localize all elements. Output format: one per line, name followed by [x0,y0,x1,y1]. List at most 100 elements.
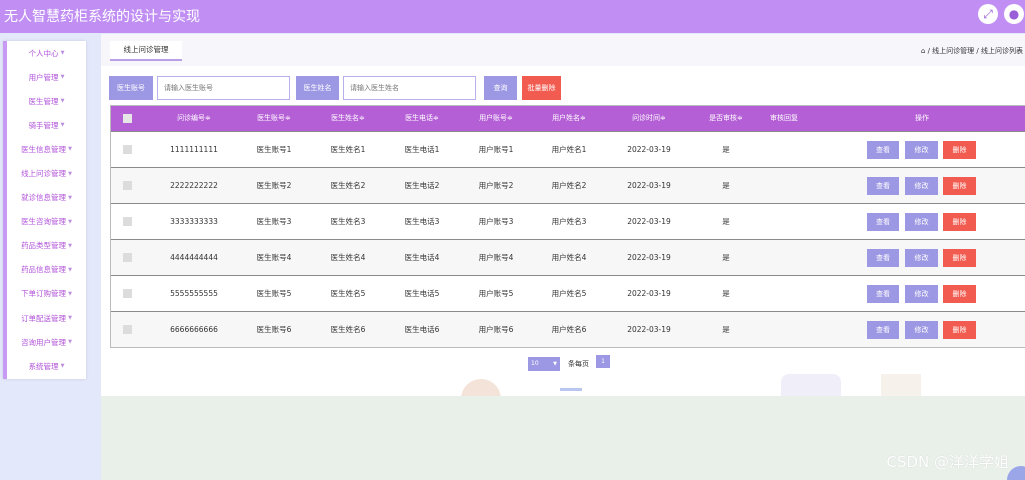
delete-button[interactable]: 删除 [943,141,976,159]
col-user-account[interactable]: 用户账号≑ [465,106,527,131]
sidebar-item-doctors[interactable]: 医生管理 ▼ [7,89,86,113]
expand-arrows-icon[interactable]: ⤢ [978,4,998,24]
delete-button[interactable]: 删除 [943,177,976,195]
sidebar-item-label: 医生信息管理 [21,144,67,154]
cell-doctor-name: 医生姓名5 [330,289,366,298]
col-doctor-name[interactable]: 医生姓名≑ [317,106,379,131]
sidebar-item-online-consultation[interactable]: 线上问诊管理 ▼ [7,161,86,185]
sidebar-item-label: 下单订购管理 [21,289,67,299]
table-header: 问诊编号≑ 医生账号≑ 医生姓名≑ 医生电话≑ 用户账号≑ 用户姓名≑ 问诊时间… [111,106,1025,131]
cell-consult-time: 2022-03-19 [627,325,671,334]
sidebar-item-label: 线上问诊管理 [21,169,67,179]
chevron-down-icon: ▼ [60,363,65,370]
page-size-value: 10 [531,360,539,367]
view-button[interactable]: 查看 [867,321,899,339]
main-content: 线上问诊管理 ⌂ / 线上问诊管理 / 线上问诊列表 医生账号 医生姓名 查询 … [101,34,1025,480]
app-title: 无人智慧药柜系统的设计与实现 [4,9,200,25]
row-checkbox[interactable] [123,217,132,226]
cell-doctor-name: 医生姓名6 [330,325,366,334]
cell-doctor-name: 医生姓名4 [330,253,366,262]
table-row: 2222222222 医生账号2 医生姓名2 医生电话2 用户账号2 用户姓名2… [111,167,1025,203]
sidebar-item-visit-info[interactable]: 就诊信息管理 ▼ [7,186,86,210]
sidebar-item-orders[interactable]: 下单订购管理 ▼ [7,282,86,306]
col-reviewed[interactable]: 是否审核≑ [695,106,757,131]
sidebar-item-drug-info[interactable]: 药品信息管理 ▼ [7,258,86,282]
cell-consult-time: 2022-03-19 [627,181,671,190]
edit-button[interactable]: 修改 [905,177,938,195]
sidebar-item-label: 系统管理 [28,361,59,371]
sidebar-item-consult-users[interactable]: 咨询用户管理 ▼ [7,330,86,354]
col-doctor-phone[interactable]: 医生电话≑ [391,106,453,131]
sidebar-item-delivery[interactable]: 订单配送管理 ▼ [7,306,86,330]
sidebar-item-personal-center[interactable]: 个人中心 ▼ [7,41,86,65]
cell-doctor-account: 医生账号1 [256,145,292,154]
home-icon[interactable]: ⌂ [921,47,925,55]
chevron-down-icon: ▼ [68,339,72,346]
select-all-checkbox[interactable] [123,114,132,123]
cell-reviewed: 是 [722,181,730,190]
edit-button[interactable]: 修改 [905,141,938,159]
view-button[interactable]: 查看 [867,249,899,267]
edit-button[interactable]: 修改 [905,249,938,267]
cell-consult-no: 1111111111 [170,145,218,154]
user-avatar-icon[interactable]: ● [1004,4,1024,24]
sidebar-item-system[interactable]: 系统管理 ▼ [7,354,86,378]
query-button[interactable]: 查询 [484,76,517,100]
delete-button[interactable]: 删除 [943,285,976,303]
sidebar: 个人中心 ▼ 用户管理 ▼ 医生管理 ▼ 骑手管理 ▼ 医生信息管理 ▼ 线上问诊管理 ▼ … [3,41,86,379]
chevron-down-icon: ▼ [553,361,557,367]
chevron-down-icon: ▼ [68,170,72,177]
page-size-select[interactable]: 10 ▼ [528,357,560,371]
cell-user-name: 用户姓名1 [551,145,587,154]
doctor-account-input[interactable] [157,76,290,100]
sidebar-item-doctor-info[interactable]: 医生信息管理 ▼ [7,137,86,161]
cell-doctor-name: 医生姓名1 [330,145,366,154]
chevron-down-icon: ▼ [60,50,65,57]
row-checkbox[interactable] [123,325,132,334]
row-checkbox[interactable] [123,181,132,190]
delete-button[interactable]: 删除 [943,249,976,267]
col-consult-time[interactable]: 问诊时间≑ [617,106,681,131]
row-checkbox[interactable] [123,289,132,298]
cell-doctor-phone: 医生电话2 [404,181,440,190]
sidebar-item-riders[interactable]: 骑手管理 ▼ [7,113,86,137]
sidebar-item-users[interactable]: 用户管理 ▼ [7,65,86,89]
col-user-name[interactable]: 用户姓名≑ [538,106,600,131]
row-checkbox[interactable] [123,145,132,154]
bulk-delete-button[interactable]: 批量删除 [522,76,561,100]
cell-doctor-account: 医生账号2 [256,181,292,190]
view-button[interactable]: 查看 [867,141,899,159]
cell-user-account: 用户账号6 [478,325,514,334]
sidebar-item-label: 医生咨询管理 [21,217,67,227]
edit-button[interactable]: 修改 [905,285,938,303]
view-button[interactable]: 查看 [867,285,899,303]
view-button[interactable]: 查看 [867,177,899,195]
delete-button[interactable]: 删除 [943,213,976,231]
sidebar-item-label: 用户管理 [28,72,59,82]
row-checkbox[interactable] [123,253,132,262]
edit-button[interactable]: 修改 [905,213,938,231]
delete-button[interactable]: 删除 [943,321,976,339]
sidebar-item-drug-types[interactable]: 药品类型管理 ▼ [7,234,86,258]
top-header: 无人智慧药柜系统的设计与实现 ⤢ ● [0,0,1025,33]
table-body: 1111111111 医生账号1 医生姓名1 医生电话1 用户账号1 用户姓名1… [111,131,1025,347]
col-doctor-account[interactable]: 医生账号≑ [243,106,305,131]
doctor-name-label: 医生姓名 [296,76,339,100]
sidebar-item-label: 药品信息管理 [21,265,67,275]
doctor-name-input[interactable] [343,76,476,100]
cell-reviewed: 是 [722,217,730,226]
col-consult-no[interactable]: 问诊编号≑ [159,106,229,131]
cell-consult-no: 5555555555 [170,289,218,298]
tab-online-consultation[interactable]: 线上问诊管理 [110,41,182,61]
edit-button[interactable]: 修改 [905,321,938,339]
sidebar-item-doctor-consult[interactable]: 医生咨询管理 ▼ [7,210,86,234]
cell-reviewed: 是 [722,289,730,298]
cell-doctor-account: 医生账号3 [256,217,292,226]
chevron-down-icon: ▼ [68,290,72,297]
page-number-button[interactable]: 1 [596,355,610,368]
view-button[interactable]: 查看 [867,213,899,231]
page-size-suffix: 条每页 [568,360,589,368]
cell-consult-time: 2022-03-19 [627,145,671,154]
cell-user-name: 用户姓名6 [551,325,587,334]
sidebar-item-label: 就诊信息管理 [21,193,67,203]
